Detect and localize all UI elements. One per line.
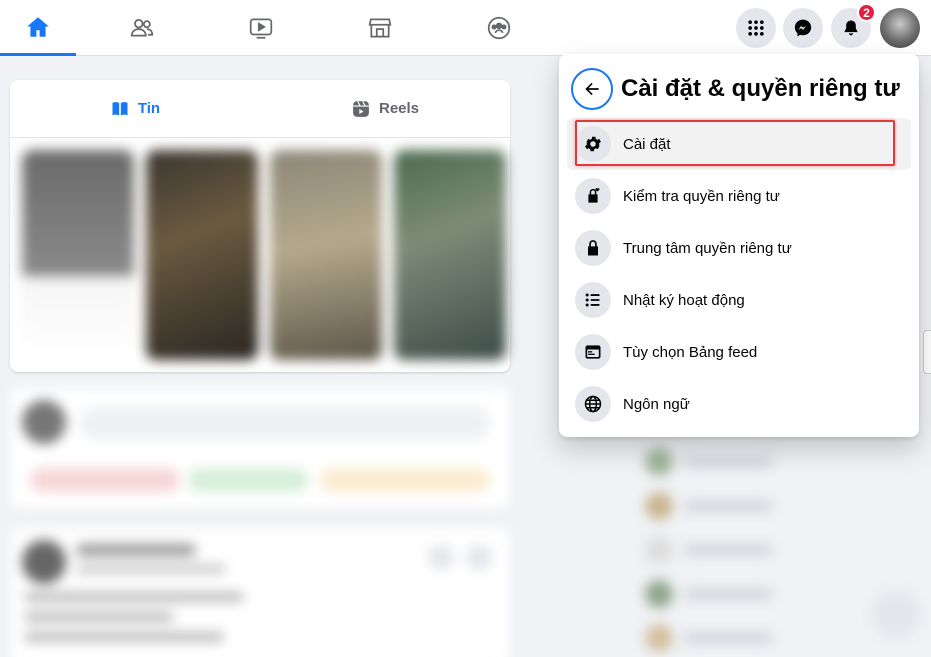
post-options-button[interactable]	[428, 544, 454, 570]
new-message-button[interactable]	[872, 590, 920, 638]
messenger-icon	[794, 19, 812, 37]
menu-item-label: Ngôn ngữ	[623, 395, 690, 413]
video-icon	[249, 18, 273, 39]
arrow-left-icon	[585, 82, 599, 96]
post-author	[76, 544, 196, 556]
tab-stories-label: Tin	[137, 100, 161, 117]
post-close-button[interactable]	[466, 544, 492, 570]
menu-item-label: Cài đặt	[623, 135, 671, 153]
nav-tab-watch[interactable]	[223, 0, 299, 56]
book-icon	[112, 101, 128, 116]
avatar	[22, 400, 66, 444]
lock-heart-icon	[575, 178, 611, 214]
tab-stories[interactable]: Tin	[10, 80, 260, 137]
scroll-edge-handle[interactable]	[923, 330, 931, 374]
top-navigation-bar: 2	[0, 0, 931, 56]
lock-icon	[575, 230, 611, 266]
tab-reels-label: Reels	[378, 100, 420, 117]
menu-header: Cài đặt & quyền riêng tư	[571, 68, 900, 110]
reels-icon	[353, 100, 369, 117]
story-card[interactable]	[146, 150, 258, 360]
feeling-button[interactable]	[320, 468, 490, 492]
story-card[interactable]	[270, 150, 382, 360]
nav-tab-friends[interactable]	[104, 0, 180, 56]
menu-item-feed-preferences[interactable]: Tùy chọn Bảng feed	[567, 326, 911, 378]
contact-item[interactable]	[645, 528, 815, 572]
create-post-box	[10, 388, 510, 510]
post-input[interactable]	[80, 406, 490, 440]
grid-icon	[748, 20, 764, 36]
contact-item[interactable]	[645, 616, 815, 657]
menu-item-privacy-center[interactable]: Trung tâm quyền riêng tư	[567, 222, 911, 274]
notifications-button[interactable]: 2	[831, 3, 876, 48]
list-icon	[575, 282, 611, 318]
back-button[interactable]	[571, 68, 613, 110]
stories-row	[22, 150, 506, 360]
profile-avatar[interactable]	[880, 8, 920, 48]
nav-tab-marketplace[interactable]	[342, 0, 418, 56]
menu-title: Cài đặt & quyền riêng tư	[621, 75, 900, 102]
menu-grid-button[interactable]	[736, 8, 776, 48]
menu-item-label: Tùy chọn Bảng feed	[623, 343, 758, 361]
globe-icon	[575, 386, 611, 422]
create-story-card[interactable]	[22, 150, 134, 360]
home-icon	[27, 16, 49, 37]
avatar	[22, 540, 66, 584]
contact-item[interactable]	[645, 440, 815, 484]
story-card[interactable]	[394, 150, 506, 360]
gear-icon	[575, 126, 611, 162]
post-text	[24, 592, 244, 602]
groups-icon	[487, 16, 511, 40]
notification-count-badge: 2	[857, 3, 876, 22]
menu-item-label: Trung tâm quyền riêng tư	[623, 239, 792, 257]
contact-item[interactable]	[645, 484, 815, 528]
photo-button[interactable]	[188, 468, 308, 492]
stories-tabs: Tin Reels	[10, 80, 510, 138]
feed-post	[10, 528, 510, 657]
post-text	[24, 612, 174, 622]
stories-card: Tin Reels	[10, 80, 510, 372]
nav-tab-home[interactable]	[0, 0, 76, 56]
post-meta	[76, 564, 226, 574]
menu-item-settings[interactable]: Cài đặt	[567, 118, 911, 170]
live-video-button[interactable]	[30, 468, 180, 492]
tab-reels[interactable]: Reels	[260, 80, 510, 137]
store-icon	[368, 18, 392, 38]
menu-item-language[interactable]: Ngôn ngữ	[567, 378, 911, 430]
messenger-button[interactable]	[783, 8, 823, 48]
settings-privacy-menu: Cài đặt & quyền riêng tư Cài đặt Kiểm tr…	[559, 54, 919, 437]
menu-item-label: Nhật ký hoạt động	[623, 291, 745, 309]
nav-tab-groups[interactable]	[461, 0, 537, 56]
menu-item-activity-log[interactable]: Nhật ký hoạt động	[567, 274, 911, 326]
menu-item-privacy-checkup[interactable]: Kiểm tra quyền riêng tư	[567, 170, 911, 222]
feed-icon	[575, 334, 611, 370]
post-text	[24, 632, 224, 642]
friends-icon	[130, 19, 154, 37]
menu-item-label: Kiểm tra quyền riêng tư	[623, 187, 780, 205]
contact-item[interactable]	[645, 572, 815, 616]
bell-icon	[844, 20, 858, 36]
contacts-list	[645, 440, 815, 657]
